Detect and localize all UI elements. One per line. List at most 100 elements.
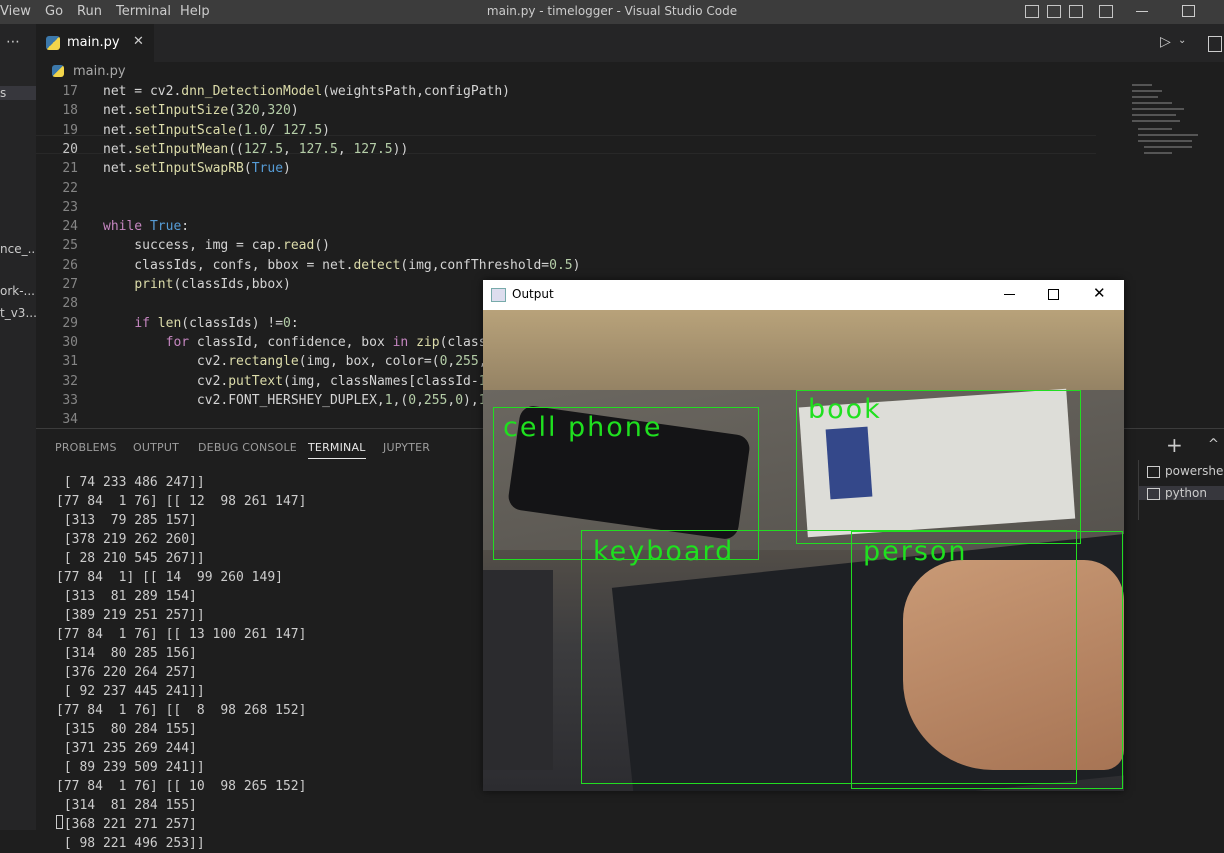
output-title: Output <box>512 287 554 301</box>
terminal-line: [ 28 210 545 267]] <box>56 551 205 566</box>
explorer-sidebar: ⋯ s nce_... ork-... t_v3... <box>0 24 39 830</box>
breadcrumb: main.py <box>36 62 1224 82</box>
toggle-sidebar-icon[interactable] <box>1025 5 1039 18</box>
line-number: 33 <box>62 392 78 408</box>
terminal-line: [77 84 1] [[ 14 99 260 149] <box>56 570 283 585</box>
line-number: 26 <box>62 257 78 273</box>
line-number: 19 <box>62 122 78 138</box>
line-number: 23 <box>62 199 78 215</box>
minimize-icon[interactable] <box>1004 294 1015 295</box>
line-number: 32 <box>62 373 78 389</box>
detection-label-book: book <box>808 394 882 425</box>
terminal-item-python[interactable]: python <box>1139 486 1224 500</box>
terminal-line: [ 89 239 509 241]] <box>56 760 205 775</box>
maximize-icon[interactable] <box>1048 289 1059 300</box>
code-text: net.setInputSwapRB(True) <box>103 161 291 177</box>
terminal-line: [314 80 285 156] <box>56 646 197 661</box>
line-number: 22 <box>62 180 78 196</box>
line-number: 27 <box>62 277 78 292</box>
breadcrumb-file[interactable]: main.py <box>73 64 126 79</box>
explorer-item[interactable]: s <box>0 86 36 100</box>
camera-frame: cell phone book keyboard person <box>483 310 1124 791</box>
line-number: 28 <box>62 296 78 312</box>
terminal-line: [313 81 289 154] <box>56 589 197 604</box>
code-text: cv2.rectangle(img, box, color=(0,255,0 <box>103 354 494 370</box>
terminal-list: powershe python <box>1138 460 1224 520</box>
add-terminal-icon[interactable]: + <box>1166 433 1183 457</box>
code-text: classIds, confs, bbox = net.detect(img,c… <box>103 257 581 273</box>
terminal-line: [376 220 264 257] <box>56 665 197 680</box>
terminal-line: [368 221 271 257] <box>56 817 197 832</box>
code-text: cv2.putText(img, classNames[classId-1 <box>103 373 487 389</box>
line-number: 18 <box>62 103 78 119</box>
code-text: for classId, confidence, box in zip(clas… <box>165 334 495 350</box>
tab-debug-console[interactable]: DEBUG CONSOLE <box>198 441 297 454</box>
python-file-icon <box>46 36 60 50</box>
explorer-item[interactable]: nce_... <box>0 242 39 256</box>
code-text: net.setInputMean((127.5, 127.5, 127.5)) <box>103 141 409 157</box>
chevron-up-icon[interactable]: ^ <box>1208 437 1219 452</box>
line-number: 25 <box>62 238 78 254</box>
terminal-line: [77 84 1 76] [[ 13 100 261 147] <box>56 627 307 642</box>
more-actions-icon[interactable]: ⋯ <box>6 34 20 50</box>
title-bar: View Go Run Terminal Help main.py - time… <box>0 0 1224 24</box>
line-number: 31 <box>62 354 78 370</box>
terminal-line: [389 219 251 257]] <box>56 608 205 623</box>
window-title: main.py - timelogger - Visual Studio Cod… <box>486 4 738 18</box>
line-number: 24 <box>62 219 78 235</box>
detection-box-person <box>851 531 1123 789</box>
code-text: if len(classIds) !=0: <box>134 315 299 331</box>
explorer-item[interactable]: t_v3... <box>0 306 37 320</box>
line-number: 21 <box>62 161 78 177</box>
output-title-bar[interactable]: Output ✕ <box>483 280 1124 310</box>
toggle-secondary-sidebar-icon[interactable] <box>1069 5 1083 18</box>
close-icon[interactable]: ✕ <box>1093 284 1106 302</box>
line-number: 30 <box>62 334 78 350</box>
run-icon[interactable]: ▷ <box>1160 34 1171 50</box>
terminal-output[interactable]: [ 74 233 486 247]] [77 84 1 76] [[ 12 98 … <box>56 473 306 853</box>
terminal-line: [ 74 233 486 247]] <box>56 475 205 490</box>
terminal-icon <box>1147 487 1160 500</box>
close-icon[interactable]: ✕ <box>133 34 144 49</box>
detection-label-cell-phone: cell phone <box>503 412 663 443</box>
toggle-panel-icon[interactable] <box>1047 5 1061 18</box>
tab-label: main.py <box>67 35 120 50</box>
terminal-item-powershell[interactable]: powershe <box>1147 464 1223 478</box>
output-window[interactable]: Output ✕ cell phone book keyboard person <box>483 280 1124 791</box>
terminal-line: [77 84 1 76] [[ 12 98 261 147] <box>56 494 307 509</box>
terminal-line: [77 84 1 76] [[ 8 98 268 152] <box>56 703 307 718</box>
python-file-icon <box>52 65 64 77</box>
code-text: net = cv2.dnn_DetectionModel(weightsPath… <box>103 84 511 99</box>
code-text: cv2.FONT_HERSHEY_DUPLEX,1,(0,255,0),1 <box>103 392 487 408</box>
code-text: net.setInputScale(1.0/ 127.5) <box>103 122 330 138</box>
chevron-down-icon[interactable]: ⌄ <box>1178 35 1186 46</box>
app-icon <box>491 288 506 302</box>
code-text: print(classIds,bbox) <box>134 277 291 292</box>
terminal-line: [314 81 284 155] <box>56 798 197 813</box>
tab-problems[interactable]: PROBLEMS <box>55 441 117 454</box>
code-text: while True: <box>103 219 190 235</box>
terminal-line: [ 98 221 496 253]] <box>56 836 205 851</box>
terminal-line: [371 235 269 244] <box>56 741 197 756</box>
restore-icon[interactable] <box>1182 5 1195 17</box>
terminal-line: [313 79 285 157] <box>56 513 197 528</box>
tab-main-py[interactable]: main.py ✕ <box>36 24 154 62</box>
terminal-line: [315 80 284 155] <box>56 722 197 737</box>
tab-jupyter[interactable]: JUPYTER <box>383 441 430 454</box>
minimap[interactable] <box>1124 82 1224 172</box>
customize-layout-icon[interactable] <box>1099 5 1113 18</box>
split-editor-icon[interactable] <box>1208 36 1222 52</box>
detection-label-keyboard: keyboard <box>593 536 735 567</box>
terminal-line: [ 92 237 445 241]] <box>56 684 205 699</box>
terminal-line: [378 219 262 260] <box>56 532 197 547</box>
tab-terminal[interactable]: TERMINAL <box>308 441 366 459</box>
terminal-icon <box>1147 465 1160 478</box>
explorer-item[interactable]: ork-... <box>0 284 35 298</box>
terminal-cursor <box>56 815 63 829</box>
tab-output[interactable]: OUTPUT <box>133 441 179 454</box>
line-number: 34 <box>62 412 78 428</box>
dark-object <box>483 570 553 770</box>
terminal-line: [77 84 1 76] [[ 10 98 265 152] <box>56 779 307 794</box>
minimize-icon[interactable] <box>1136 11 1148 12</box>
code-text: success, img = cap.read() <box>103 238 330 254</box>
